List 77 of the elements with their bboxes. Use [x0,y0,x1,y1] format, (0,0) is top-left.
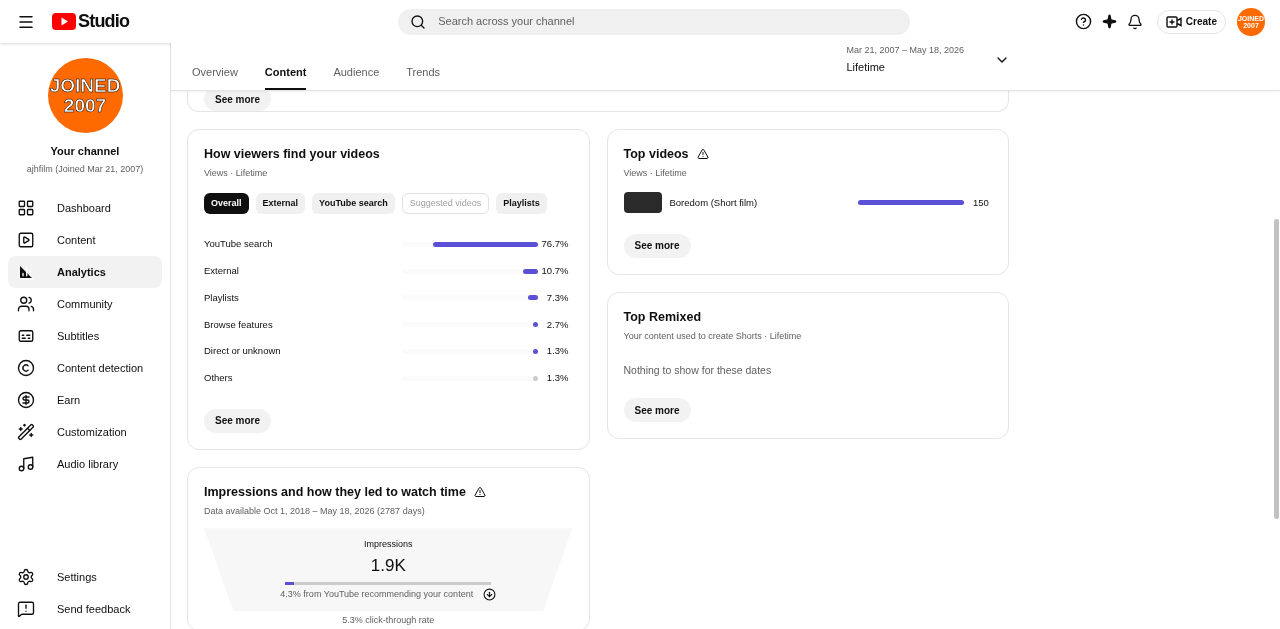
warning-icon[interactable] [696,148,709,161]
funnel-step-label: 5.3% click-through rate [342,614,435,628]
traffic-percent: 1.3% [545,344,570,359]
see-more-button[interactable]: See more [204,91,272,111]
captions-icon [17,327,35,345]
copyright-icon [17,359,35,377]
play-logo-icon [52,13,76,30]
card-subtitle: Views · Lifetime [623,166,688,180]
analytics-tab[interactable]: Overview [192,63,238,90]
traffic-source-label: Playlists [204,290,240,305]
analytics-tab[interactable]: Content [264,63,307,90]
sidebar-item[interactable]: Community [8,288,162,320]
see-more-button[interactable]: See more [623,398,691,423]
search-bar[interactable]: Search across your channel [398,8,911,35]
filter-chip[interactable]: External [255,193,306,215]
play-square-icon [17,231,35,249]
grid-icon [17,199,35,217]
bar-chart-icon [17,263,35,281]
video-thumbnail-placeholder[interactable] [623,192,662,214]
help-icon[interactable] [1074,13,1092,30]
traffic-source-label: External [204,264,240,279]
feedback-icon [17,600,35,618]
traffic-percent: 7.3% [545,290,570,305]
dollar-icon [17,391,35,409]
sidebar-item[interactable]: Content detection [8,352,162,384]
sidebar-item[interactable]: Audio library [8,448,162,480]
channel-avatar: JOINED 2007 [47,58,123,133]
video-title[interactable]: Boredom (Short film) [669,195,858,210]
traffic-percent: 1.3% [545,370,570,385]
sidebar-item[interactable]: Content [8,224,162,256]
video-plus-icon [1165,15,1182,28]
channel-title: Your channel [50,144,120,159]
traffic-percent: 76.7% [540,237,570,252]
people-icon [17,295,35,313]
traffic-source-label: YouTube search [204,237,274,252]
filter-chip[interactable]: YouTube search [312,193,395,215]
search-field[interactable]: Search across your channel [438,13,899,30]
traffic-source-label: Others [204,370,234,385]
card-title: Impressions and how they led to watch time [204,483,466,501]
settings-icon [17,568,35,586]
notifications-icon[interactable] [1126,13,1143,30]
music-icon [17,455,35,473]
sidebar-item[interactable]: Settings [8,561,162,593]
sparkle-icon[interactable] [1101,14,1117,29]
sidebar-item[interactable]: Analytics [8,256,162,288]
wand-icon [17,423,35,441]
sidebar-item[interactable]: Customization [8,416,162,448]
filter-chip[interactable]: Overall [204,193,249,215]
date-range-selector[interactable]: Mar 21, 2007 – May 18, 2026 Lifetime [846,43,1010,76]
analytics-tab[interactable]: Trends [406,63,441,90]
empty-message: Nothing to show for these dates [623,363,773,378]
sidebar-item[interactable]: Earn [8,384,162,416]
card-subtitle: Views · Lifetime [204,166,269,180]
sidebar-item[interactable]: Subtitles [8,320,162,352]
sidebar-item[interactable]: Dashboard [8,192,162,224]
card-title: Top videos [623,146,689,163]
traffic-percent: 10.7% [540,264,570,279]
logo-text: Studio [78,10,130,33]
traffic-percent: 2.7% [545,317,570,332]
scrollbar-thumb[interactable] [1274,219,1279,519]
card-title: Top Remixed [623,308,702,326]
channel-subtitle: ajhfilm (Joined Mar 21, 2007) [26,162,144,176]
warning-icon[interactable] [473,486,486,499]
search-icon [410,13,427,30]
card-title: How viewers find your videos [204,146,381,163]
analytics-tab[interactable]: Audience [333,63,380,90]
traffic-source-label: Browse features [204,317,274,332]
filter-chip[interactable]: Playlists [496,193,547,215]
card-subtitle: Your content used to create Shorts · Lifetime [623,329,803,343]
card-subtitle: Data available Oct 1, 2018 – May 18, 2026 (2787 days) [204,504,426,518]
info-icon[interactable] [483,588,497,602]
funnel-section: Impressions 1.9K 4.3% from YouTube recommending your content [204,528,573,612]
views-count: 150 [972,195,990,210]
see-more-button[interactable]: See more [623,233,691,258]
see-more-button[interactable]: See more [204,408,272,433]
sidebar-item[interactable]: Send feedback [8,593,162,625]
traffic-source-label: Direct or unknown [204,344,282,359]
